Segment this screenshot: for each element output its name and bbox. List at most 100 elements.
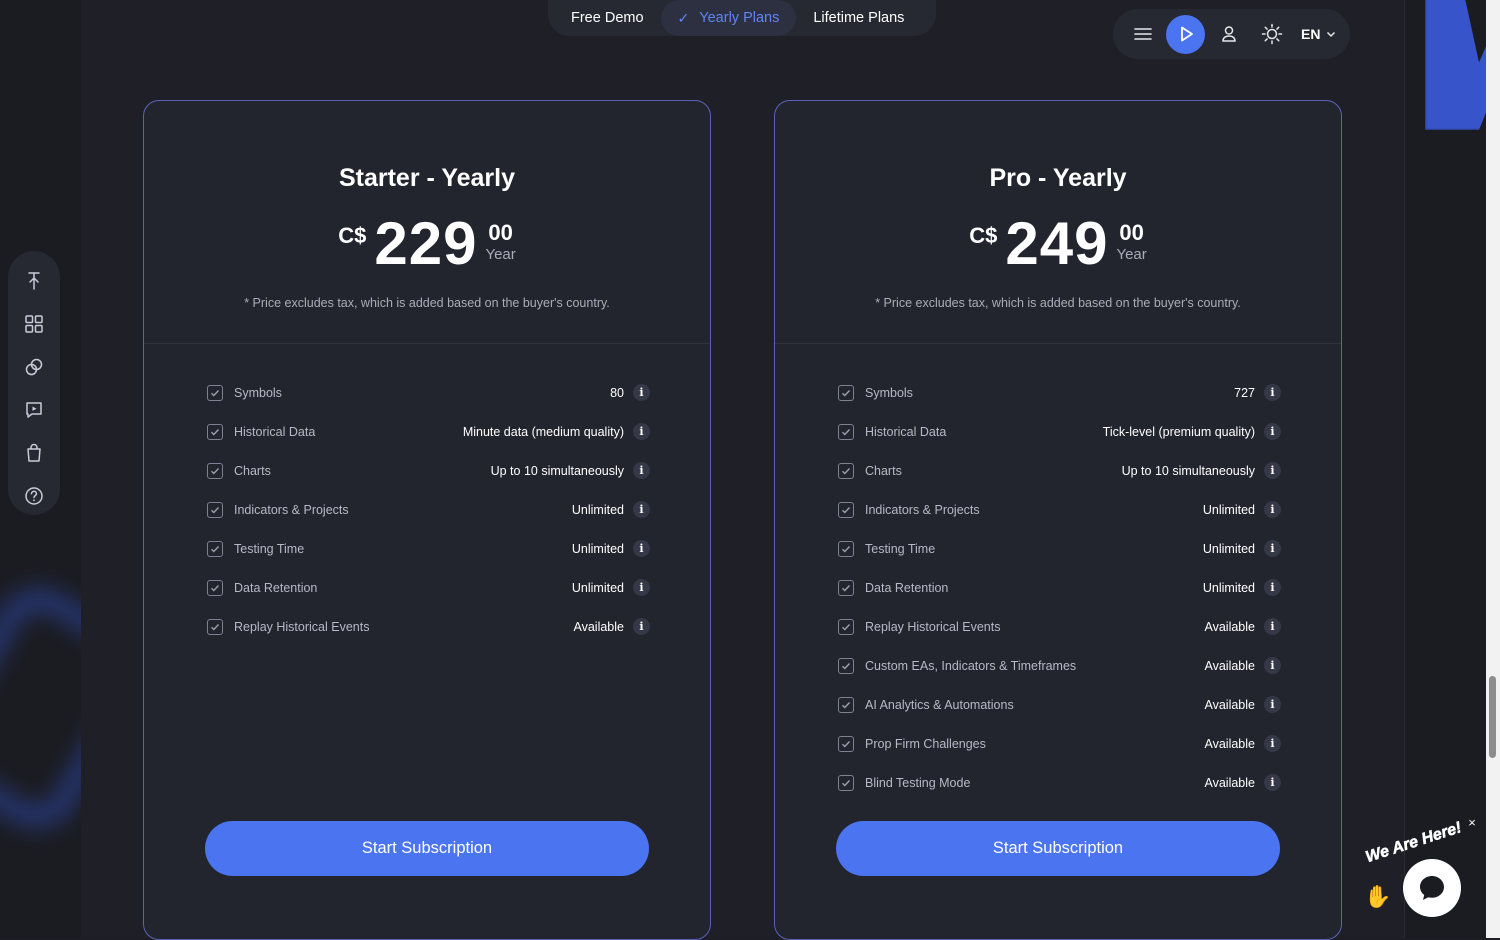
checkbox-checked-icon bbox=[838, 384, 854, 401]
tab-yearly-plans[interactable]: ✓ Yearly Plans bbox=[660, 0, 797, 36]
info-icon[interactable]: i bbox=[1264, 384, 1281, 401]
play-button[interactable] bbox=[1166, 14, 1205, 54]
feature-row: Replay Historical Events Available i bbox=[838, 607, 1281, 646]
link-icon bbox=[25, 358, 43, 376]
feature-value: Unlimited bbox=[1202, 541, 1255, 556]
feature-row: Data Retention Unlimited i bbox=[838, 568, 1281, 607]
tab-lifetime-plans[interactable]: Lifetime Plans bbox=[796, 0, 921, 36]
price-cents-period: 00 Year bbox=[485, 221, 515, 265]
info-icon[interactable]: i bbox=[633, 462, 650, 479]
language-label: EN bbox=[1301, 26, 1321, 42]
chat-video-icon bbox=[26, 402, 42, 418]
checkbox-checked-icon bbox=[838, 657, 854, 674]
grid-icon bbox=[25, 315, 43, 333]
language-select[interactable]: EN bbox=[1301, 26, 1336, 42]
feature-list: Symbols 80 i Historical Data Minute data (me… bbox=[207, 373, 650, 646]
affiliate-button[interactable] bbox=[16, 349, 52, 385]
info-icon[interactable]: i bbox=[1264, 540, 1281, 557]
info-icon[interactable]: i bbox=[1264, 501, 1281, 518]
plan-type-tabs: Free Demo ✓ Yearly Plans Lifetime Plans bbox=[548, 0, 936, 36]
menu-button[interactable] bbox=[1123, 15, 1162, 54]
info-icon[interactable]: i bbox=[633, 501, 650, 518]
feature-name: Data Retention bbox=[234, 580, 318, 595]
support-chat-button[interactable] bbox=[16, 392, 52, 428]
checkbox-checked-icon bbox=[207, 384, 223, 401]
feature-name: Symbols bbox=[234, 385, 282, 400]
feature-row: Data Retention Unlimited i bbox=[207, 568, 650, 607]
feature-name: Indicators & Projects bbox=[234, 502, 349, 517]
checkbox-checked-icon bbox=[207, 423, 223, 440]
info-icon[interactable]: i bbox=[1264, 696, 1281, 713]
plan-price: C$ 229 00 Year bbox=[144, 213, 710, 275]
shopping-bag-icon bbox=[27, 443, 41, 462]
feature-value: Up to 10 simultaneously bbox=[490, 463, 624, 478]
feature-value: Available bbox=[1204, 697, 1255, 712]
feature-value: Available bbox=[1204, 775, 1255, 790]
info-icon[interactable]: i bbox=[1264, 462, 1281, 479]
checkbox-checked-icon bbox=[207, 462, 223, 479]
help-button[interactable] bbox=[16, 478, 52, 514]
feature-name: Data Retention bbox=[865, 580, 949, 595]
scrollbar-thumb[interactable] bbox=[1489, 676, 1496, 758]
plan-card-starter: Starter - Yearly C$ 229 00 Year * Price … bbox=[143, 100, 711, 940]
waving-hand-icon: ✋ bbox=[1364, 884, 1392, 909]
checkbox-checked-icon bbox=[838, 540, 854, 557]
info-icon[interactable]: i bbox=[633, 423, 650, 440]
dashboard-button[interactable] bbox=[16, 306, 52, 342]
tax-note: * Price excludes tax, which is added bas… bbox=[244, 296, 610, 310]
account-button[interactable] bbox=[1209, 15, 1248, 54]
feature-value: Available bbox=[1204, 658, 1255, 673]
info-icon[interactable]: i bbox=[1264, 579, 1281, 596]
play-icon bbox=[1180, 26, 1193, 42]
plan-card-header: Pro - Yearly C$ 249 00 Year * Price excl… bbox=[775, 101, 1341, 344]
feature-value: Minute data (medium quality) bbox=[462, 424, 624, 439]
feature-row: Blind Testing Mode Available i bbox=[838, 763, 1281, 802]
chat-close-button[interactable]: × bbox=[1465, 815, 1479, 830]
info-icon[interactable]: i bbox=[633, 384, 650, 401]
tab-label: Free Demo bbox=[571, 10, 644, 26]
price-cents: 00 bbox=[488, 220, 513, 245]
feature-row: Custom EAs, Indicators & Timeframes Avail… bbox=[838, 646, 1281, 685]
info-icon[interactable]: i bbox=[633, 618, 650, 635]
feature-name: Historical Data bbox=[234, 424, 316, 439]
feature-row: Symbols 80 i bbox=[207, 373, 650, 412]
info-icon[interactable]: i bbox=[1264, 657, 1281, 674]
chat-launcher-button[interactable] bbox=[1403, 859, 1461, 917]
feature-row: AI Analytics & Automations Available i bbox=[838, 685, 1281, 724]
feature-value: Unlimited bbox=[571, 502, 624, 517]
scrollbar-track[interactable] bbox=[1486, 0, 1500, 938]
feature-name: Testing Time bbox=[865, 541, 936, 556]
tab-free-demo[interactable]: Free Demo bbox=[554, 0, 661, 36]
chat-bubble-icon bbox=[1420, 876, 1444, 900]
theme-toggle-button[interactable] bbox=[1252, 15, 1291, 54]
checkbox-checked-icon bbox=[838, 462, 854, 479]
feature-row: Indicators & Projects Unlimited i bbox=[838, 490, 1281, 529]
start-subscription-button[interactable]: Start Subscription bbox=[205, 821, 649, 876]
price-period: Year bbox=[1116, 246, 1147, 263]
info-icon[interactable]: i bbox=[633, 579, 650, 596]
pin-button[interactable] bbox=[16, 263, 52, 299]
tab-label: Lifetime Plans bbox=[813, 10, 905, 26]
theme-sun-icon bbox=[1261, 23, 1282, 45]
feature-value: Unlimited bbox=[1202, 502, 1255, 517]
info-icon[interactable]: i bbox=[633, 540, 650, 557]
plan-title: Starter - Yearly bbox=[338, 164, 516, 192]
info-icon[interactable]: i bbox=[1264, 735, 1281, 752]
shop-button[interactable] bbox=[16, 435, 52, 471]
checkbox-checked-icon bbox=[838, 735, 854, 752]
checkbox-checked-icon bbox=[207, 501, 223, 518]
feature-name: Testing Time bbox=[234, 541, 305, 556]
info-icon[interactable]: i bbox=[1264, 423, 1281, 440]
price-currency: C$ bbox=[969, 223, 998, 248]
feature-row: Testing Time Unlimited i bbox=[838, 529, 1281, 568]
tax-note: * Price excludes tax, which is added bas… bbox=[875, 296, 1241, 310]
price-period: Year bbox=[485, 246, 516, 263]
info-icon[interactable]: i bbox=[1264, 618, 1281, 635]
feature-name: Replay Historical Events bbox=[865, 619, 1001, 634]
feature-name: Replay Historical Events bbox=[234, 619, 370, 634]
start-subscription-button[interactable]: Start Subscription bbox=[836, 821, 1280, 876]
user-icon bbox=[1221, 26, 1236, 42]
feature-value: Unlimited bbox=[1202, 580, 1255, 595]
decorative-glow-logo bbox=[1425, 0, 1487, 130]
info-icon[interactable]: i bbox=[1264, 774, 1281, 791]
